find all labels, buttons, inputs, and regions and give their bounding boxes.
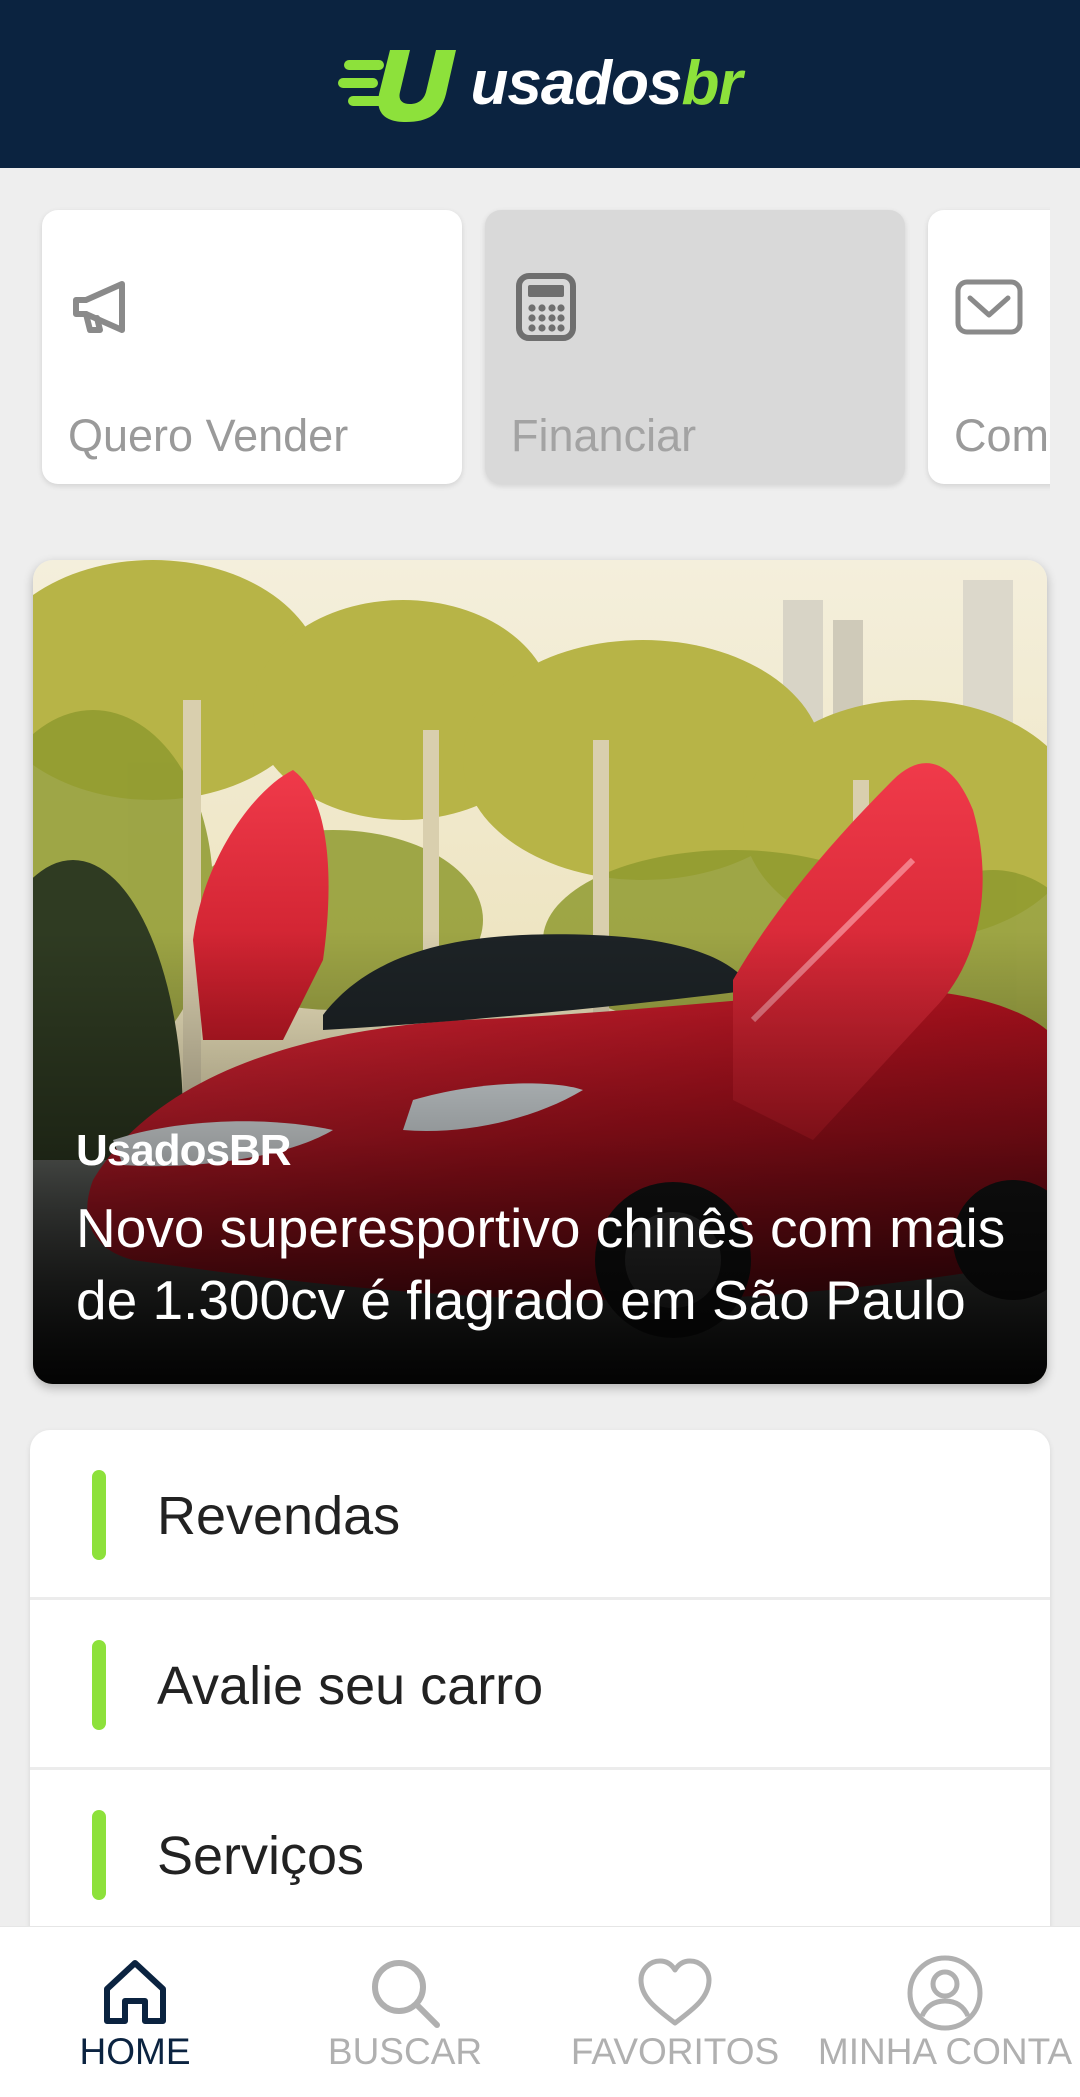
menu-item-label: Revendas bbox=[157, 1486, 401, 1546]
calculator-icon bbox=[516, 273, 576, 341]
nav-minha-conta[interactable]: MINHA CONTA bbox=[810, 1927, 1080, 2097]
logo-mark-icon bbox=[338, 50, 457, 122]
quick-action-quero-vender[interactable]: Quero Vender bbox=[42, 210, 462, 484]
quick-action-label: Financiar bbox=[511, 410, 697, 461]
menu-item-servicos[interactable]: Serviços bbox=[30, 1770, 1050, 1940]
quick-action-label: Comprar bbox=[954, 410, 1050, 461]
featured-news-card[interactable]: UsadosBR Novo superesportivo chinês com … bbox=[33, 560, 1047, 1384]
logo-text-br: br bbox=[681, 49, 743, 118]
menu-item-accent-bar bbox=[92, 1470, 106, 1560]
nav-label: HOME bbox=[79, 2031, 191, 2072]
menu-item-accent-bar bbox=[92, 1640, 106, 1730]
quick-action-financiar[interactable]: Financiar bbox=[485, 210, 905, 484]
news-source: UsadosBR bbox=[76, 1126, 291, 1175]
logo-text-usados: usados bbox=[470, 49, 682, 118]
quick-action-label: Quero Vender bbox=[68, 410, 349, 461]
menu-item-label: Serviços bbox=[157, 1826, 365, 1886]
mail-check-icon bbox=[955, 279, 1023, 335]
bottom-navigation: HOME BUSCAR FAVORITOS MINHA CONTA bbox=[0, 1926, 1080, 2097]
usadosbr-logo[interactable]: usadosbr bbox=[338, 44, 743, 124]
home-icon bbox=[104, 1960, 166, 2024]
user-circle-icon bbox=[907, 1955, 983, 2031]
nav-label: BUSCAR bbox=[327, 2031, 483, 2072]
logo-text: usadosbr bbox=[470, 53, 742, 115]
menu-item-label: Avalie seu carro bbox=[157, 1656, 544, 1716]
app-screen: usadosbr Quero Vender Financiar Com Usad… bbox=[0, 0, 1080, 2097]
quick-actions-carousel[interactable]: Quero Vender Financiar Comprar bbox=[30, 198, 1050, 498]
quick-action-comprar[interactable]: Comprar bbox=[928, 210, 1050, 484]
nav-buscar[interactable]: BUSCAR bbox=[270, 1927, 540, 2097]
menu-list: Revendas Avalie seu carro Serviços bbox=[30, 1430, 1050, 1950]
nav-label: MINHA CONTA bbox=[817, 2031, 1073, 2072]
menu-item-avalie-seu-carro[interactable]: Avalie seu carro bbox=[30, 1600, 1050, 1770]
nav-home[interactable]: HOME bbox=[0, 1927, 270, 2097]
news-headline[interactable]: Novo superesportivo chinês com mais de 1… bbox=[76, 1192, 1026, 1336]
megaphone-icon bbox=[73, 281, 125, 333]
nav-label: FAVORITOS bbox=[570, 2031, 780, 2072]
menu-item-revendas[interactable]: Revendas bbox=[30, 1430, 1050, 1600]
search-icon bbox=[372, 1960, 440, 2028]
menu-item-accent-bar bbox=[92, 1810, 106, 1900]
app-header: usadosbr bbox=[0, 0, 1080, 168]
nav-favoritos[interactable]: FAVORITOS bbox=[540, 1927, 810, 2097]
heart-icon bbox=[638, 1958, 712, 2026]
